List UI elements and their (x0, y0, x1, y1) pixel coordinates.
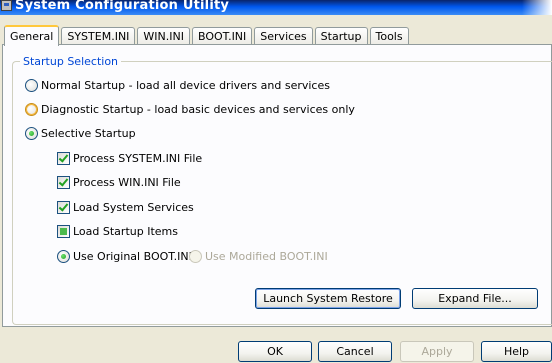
load-startup-items-label: Load Startup Items (73, 225, 178, 238)
selective-startup-radio[interactable] (25, 127, 38, 140)
load-system-services-option[interactable]: Load System Services (57, 201, 194, 214)
use-modified-boot-ini-option: Use Modified BOOT.INI (189, 250, 328, 263)
normal-startup-label: Normal Startup - load all device drivers… (41, 79, 330, 92)
process-system-ini-option[interactable]: Process SYSTEM.INI File (57, 152, 202, 165)
use-original-boot-ini-option[interactable]: Use Original BOOT.INI (57, 250, 192, 263)
tab-system-ini[interactable]: SYSTEM.INI (61, 27, 136, 45)
title-bar[interactable]: System Configuration Utility (0, 0, 552, 15)
window-title: System Configuration Utility (15, 0, 230, 13)
use-modified-boot-ini-label: Use Modified BOOT.INI (205, 250, 328, 263)
process-win-ini-option[interactable]: Process WIN.INI File (57, 176, 181, 189)
load-startup-items-checkbox[interactable] (57, 225, 70, 238)
normal-startup-option[interactable]: Normal Startup - load all device drivers… (25, 79, 330, 92)
tab-boot-ini[interactable]: BOOT.INI (191, 27, 253, 45)
general-tab-panel: Startup Selection Normal Startup - load … (2, 44, 552, 327)
process-win-ini-checkbox[interactable] (57, 176, 70, 189)
expand-file-button[interactable]: Expand File... (412, 288, 538, 309)
load-system-services-checkbox[interactable] (57, 201, 70, 214)
process-system-ini-label: Process SYSTEM.INI File (73, 152, 203, 165)
use-modified-boot-ini-radio (189, 250, 202, 263)
tab-win-ini[interactable]: WIN.INI (137, 27, 190, 45)
tab-strip: General SYSTEM.INI WIN.INI BOOT.INI Serv… (4, 25, 411, 46)
help-button[interactable]: Help (481, 341, 552, 362)
cancel-button[interactable]: Cancel (318, 341, 392, 362)
system-config-app-icon[interactable] (1, 0, 12, 11)
tab-tools[interactable]: Tools (369, 27, 409, 45)
diagnostic-startup-label: Diagnostic Startup - load basic devices … (41, 103, 355, 116)
title-bar-edge (522, 0, 552, 15)
apply-button: Apply (400, 341, 474, 362)
tab-services[interactable]: Services (254, 27, 313, 45)
use-original-boot-ini-label: Use Original BOOT.INI (73, 250, 192, 263)
process-win-ini-label: Process WIN.INI File (73, 176, 181, 189)
process-system-ini-checkbox[interactable] (57, 152, 70, 165)
diagnostic-startup-radio[interactable] (25, 103, 38, 116)
tab-general[interactable]: General (4, 25, 60, 46)
use-original-boot-ini-radio[interactable] (57, 250, 70, 263)
load-startup-items-option[interactable]: Load Startup Items (57, 225, 178, 238)
launch-system-restore-button[interactable]: Launch System Restore (255, 288, 401, 309)
startup-selection-group (12, 61, 552, 325)
selective-startup-option[interactable]: Selective Startup (25, 127, 136, 140)
load-system-services-label: Load System Services (73, 201, 194, 214)
tab-startup[interactable]: Startup (314, 27, 368, 45)
diagnostic-startup-option[interactable]: Diagnostic Startup - load basic devices … (25, 103, 355, 116)
startup-selection-title: Startup Selection (20, 55, 122, 68)
ok-button[interactable]: OK (238, 341, 312, 362)
normal-startup-radio[interactable] (25, 79, 38, 92)
selective-startup-label: Selective Startup (41, 127, 136, 140)
